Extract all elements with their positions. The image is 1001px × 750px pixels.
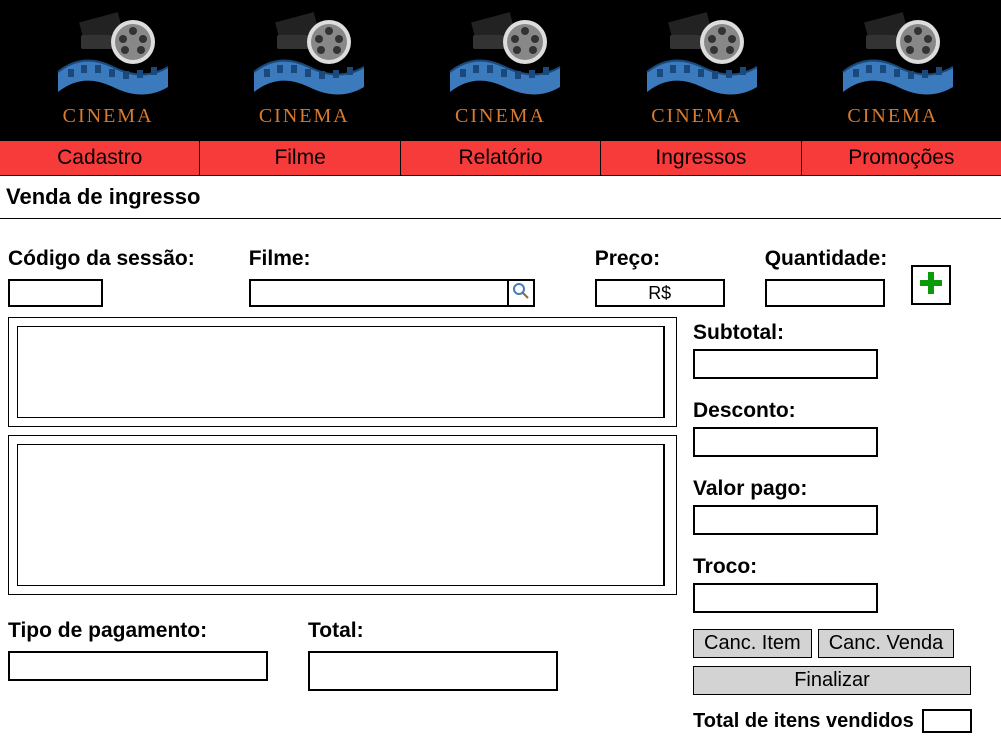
right-column: Subtotal: Desconto: Valor pago: Troco: C… <box>693 317 993 733</box>
tipo-pagamento-input[interactable] <box>8 651 268 681</box>
preco-label: Preço: <box>595 247 725 271</box>
left-column: Tipo de pagamento: Total: <box>8 317 677 733</box>
header-banner: CINEMA <box>0 0 1001 140</box>
subtotal-input[interactable] <box>693 349 878 379</box>
scrollbar[interactable] <box>664 444 676 586</box>
finalizar-button[interactable]: Finalizar <box>693 666 971 695</box>
desconto-label: Desconto: <box>693 399 993 423</box>
logo-label: CINEMA <box>651 105 742 128</box>
valor-pago-input[interactable] <box>693 505 878 535</box>
subtotal-label: Subtotal: <box>693 321 993 345</box>
qtd-input[interactable] <box>765 279 885 307</box>
troco-label: Troco: <box>693 555 993 579</box>
total-itens-label: Total de itens vendidos <box>693 710 914 733</box>
canc-item-button[interactable]: Canc. Item <box>693 629 812 658</box>
payment-row: Tipo de pagamento: Total: <box>8 619 677 691</box>
logo-label: CINEMA <box>259 105 350 128</box>
cinema-logo-icon <box>239 12 369 97</box>
valor-pago-label: Valor pago: <box>693 477 993 501</box>
search-button[interactable] <box>509 279 535 307</box>
sessao-input[interactable] <box>8 279 103 307</box>
canc-venda-button[interactable]: Canc. Venda <box>818 629 955 658</box>
page-title: Venda de ingresso <box>0 176 1001 219</box>
desconto-input[interactable] <box>693 427 878 457</box>
nav-cadastro[interactable]: Cadastro <box>0 141 200 175</box>
plus-icon <box>917 269 945 302</box>
cinema-logo-icon <box>632 12 762 97</box>
nav-promocoes[interactable]: Promoções <box>802 141 1001 175</box>
filme-label: Filme: <box>249 247 535 271</box>
nav-filme[interactable]: Filme <box>200 141 400 175</box>
total-itens-input[interactable] <box>922 709 972 733</box>
form-row: Código da sessão: Filme: Preço: Quantida… <box>0 219 1001 317</box>
nav-relatorio[interactable]: Relatório <box>401 141 601 175</box>
logo-block: CINEMA <box>410 12 590 128</box>
main-area: Tipo de pagamento: Total: Subtotal: Desc… <box>0 317 1001 733</box>
cinema-logo-icon <box>435 12 565 97</box>
nav-bar: Cadastro Filme Relatório Ingressos Promo… <box>0 140 1001 176</box>
total-input[interactable] <box>308 651 558 691</box>
logo-label: CINEMA <box>455 105 546 128</box>
nav-ingressos[interactable]: Ingressos <box>601 141 801 175</box>
list-inner <box>17 326 664 418</box>
logo-label: CINEMA <box>847 105 938 128</box>
preco-input[interactable] <box>595 279 725 307</box>
logo-label: CINEMA <box>63 105 154 128</box>
troco-input[interactable] <box>693 583 878 613</box>
search-icon <box>513 283 529 304</box>
logo-block: CINEMA <box>214 12 394 128</box>
cinema-logo-icon <box>828 12 958 97</box>
scrollbar[interactable] <box>664 326 676 418</box>
cinema-logo-icon <box>43 12 173 97</box>
item-list-top[interactable] <box>8 317 677 427</box>
filme-input[interactable] <box>249 279 509 307</box>
total-label: Total: <box>308 619 558 643</box>
logo-block: CINEMA <box>803 12 983 128</box>
add-button[interactable] <box>911 265 951 305</box>
qtd-label: Quantidade: <box>765 247 888 271</box>
logo-block: CINEMA <box>607 12 787 128</box>
list-inner <box>17 444 664 586</box>
tipo-pagamento-label: Tipo de pagamento: <box>8 619 268 643</box>
sessao-label: Código da sessão: <box>8 247 195 271</box>
logo-block: CINEMA <box>18 12 198 128</box>
item-list-bottom[interactable] <box>8 435 677 595</box>
